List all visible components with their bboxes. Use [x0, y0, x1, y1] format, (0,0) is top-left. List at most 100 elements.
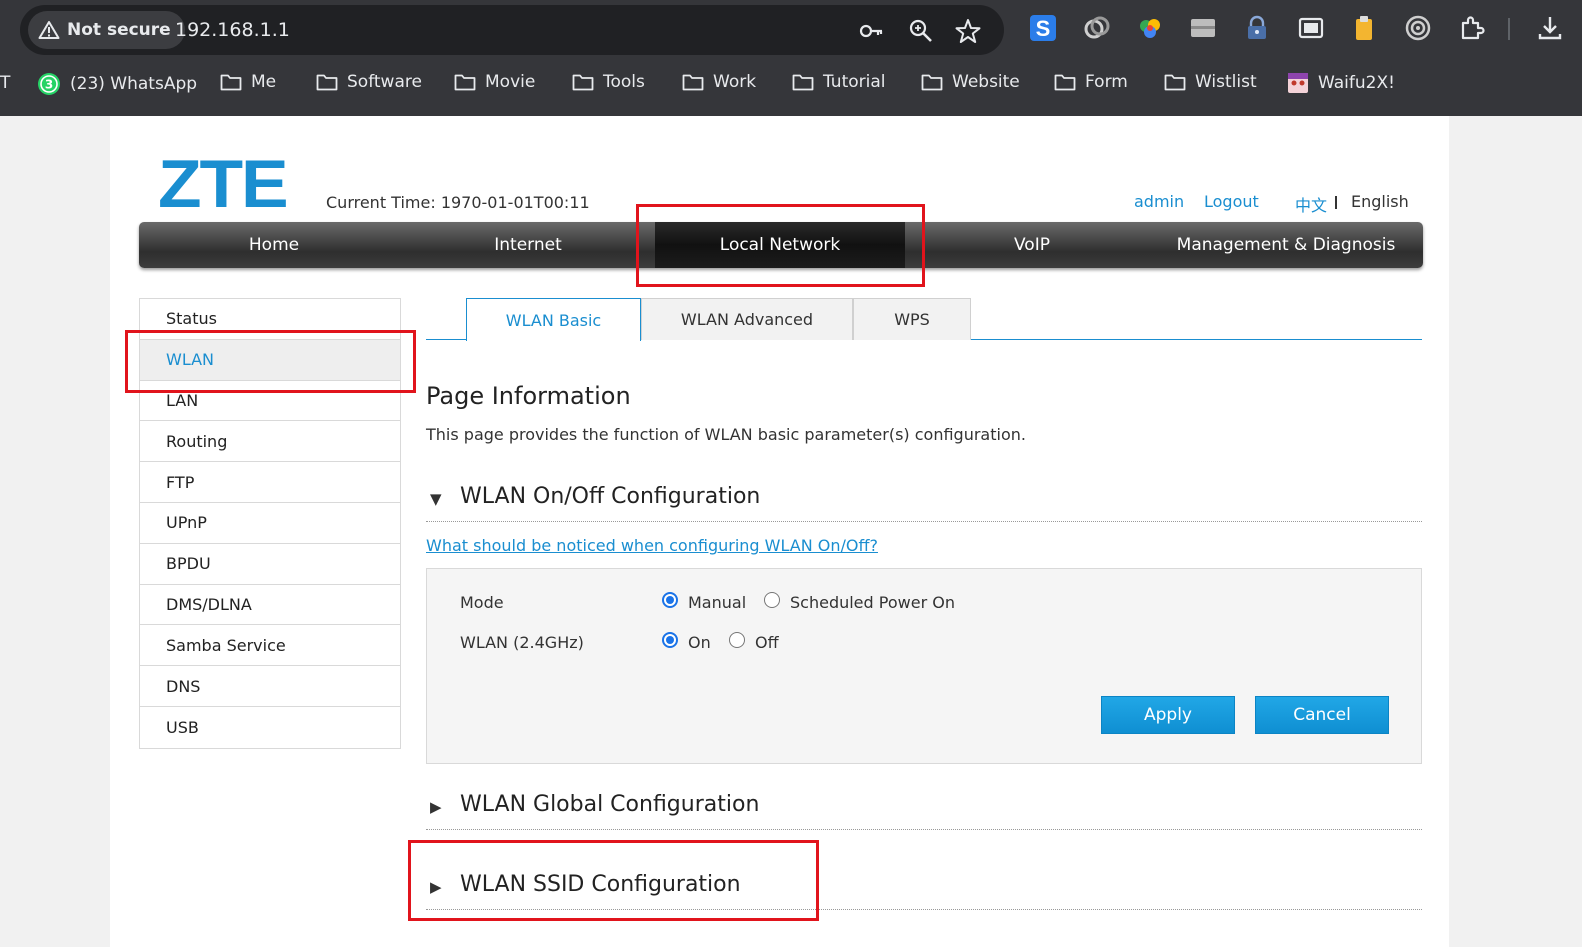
- bookmarks-bar: T 3 (23) WhatsApp Me Software Movie Tool…: [0, 64, 1582, 104]
- bookmark-software[interactable]: Software: [316, 72, 422, 92]
- tab-wlan-basic[interactable]: WLAN Basic: [466, 298, 641, 341]
- section-wlan-onoff[interactable]: ▼ WLAN On/Off Configuration: [426, 476, 1422, 522]
- tab-wps[interactable]: WPS: [853, 298, 971, 340]
- sidebar-item-dns[interactable]: DNS: [140, 666, 400, 707]
- toolbar-divider: [1508, 18, 1510, 40]
- url-text[interactable]: 192.168.1.1: [175, 19, 290, 41]
- key-icon[interactable]: [858, 18, 884, 44]
- lock-extension-icon[interactable]: [1243, 14, 1271, 42]
- mode-manual-radio[interactable]: [662, 592, 678, 608]
- security-indicator[interactable]: Not secure: [28, 11, 185, 49]
- notice-help-link[interactable]: What should be noticed when configuring …: [426, 536, 878, 555]
- nav-internet[interactable]: Internet: [409, 222, 639, 268]
- main-nav: Home Internet Local Network VoIP Managem…: [139, 222, 1423, 268]
- bookmark-label: Software: [347, 72, 422, 92]
- download-icon[interactable]: [1536, 14, 1564, 42]
- admin-link[interactable]: admin: [1134, 192, 1184, 211]
- sidebar-item-ftp[interactable]: FTP: [140, 462, 400, 503]
- folder-icon: [921, 74, 943, 91]
- sidebar-item-dms-dlna[interactable]: DMS/DLNA: [140, 585, 400, 626]
- sidebar-item-upnp[interactable]: UPnP: [140, 503, 400, 544]
- address-bar[interactable]: Not secure 192.168.1.1: [20, 5, 1004, 55]
- warning-icon: [38, 21, 60, 39]
- bookmark-me[interactable]: Me: [220, 72, 276, 92]
- link-extension-icon[interactable]: [1083, 14, 1111, 42]
- bookmark-truncated[interactable]: T: [0, 73, 10, 93]
- mode-manual-label[interactable]: Manual: [688, 593, 746, 612]
- wlan-off-radio[interactable]: [729, 632, 745, 648]
- bookmark-website[interactable]: Website: [921, 72, 1020, 92]
- lang-chinese-link[interactable]: 中文: [1295, 192, 1327, 216]
- zte-logo: ZTE: [158, 146, 289, 222]
- nav-voip[interactable]: VoIP: [905, 222, 1159, 268]
- nav-home[interactable]: Home: [139, 222, 409, 268]
- folder-icon: [792, 74, 814, 91]
- collapse-arrow-icon: ▼: [430, 490, 442, 508]
- wlan-on-label[interactable]: On: [688, 633, 711, 652]
- apply-button[interactable]: Apply: [1101, 696, 1235, 734]
- extensions-puzzle-icon[interactable]: [1458, 14, 1486, 42]
- bookmark-movie[interactable]: Movie: [454, 72, 535, 92]
- expand-arrow-icon: ▶: [430, 878, 442, 896]
- star-icon[interactable]: [955, 18, 981, 44]
- waifu-icon: [1288, 73, 1308, 93]
- sidebar-item-status[interactable]: Status: [140, 299, 400, 340]
- sidebar-item-samba[interactable]: Samba Service: [140, 625, 400, 667]
- sidebar-item-usb[interactable]: USB: [140, 707, 400, 748]
- folder-icon: [682, 74, 704, 91]
- svg-text:S: S: [1036, 16, 1051, 41]
- whatsapp-icon: 3: [38, 73, 60, 95]
- zoom-icon[interactable]: [908, 18, 934, 44]
- nav-management-diagnosis[interactable]: Management & Diagnosis: [1159, 222, 1413, 268]
- tab-wlan-advanced[interactable]: WLAN Advanced: [641, 298, 853, 340]
- bookmark-tools[interactable]: Tools: [572, 72, 645, 92]
- folder-icon: [454, 74, 476, 91]
- bookmark-work[interactable]: Work: [682, 72, 756, 92]
- sidebar: Status WLAN LAN Routing FTP UPnP BPDU DM…: [139, 298, 401, 749]
- mode-scheduled-label[interactable]: Scheduled Power On: [790, 593, 955, 612]
- folder-icon: [316, 74, 338, 91]
- folder-icon: [220, 74, 242, 91]
- cancel-button[interactable]: Cancel: [1255, 696, 1389, 734]
- bookmark-label: Movie: [485, 72, 536, 92]
- page-info-description: This page provides the function of WLAN …: [426, 425, 1026, 444]
- sidebar-item-routing[interactable]: Routing: [140, 421, 400, 463]
- bookmark-whatsapp[interactable]: 3 (23) WhatsApp: [37, 72, 197, 96]
- sidebar-item-lan[interactable]: LAN: [140, 381, 400, 422]
- folder-icon: [1054, 74, 1076, 91]
- s-extension-icon[interactable]: S: [1029, 14, 1057, 42]
- folder-icon: [1164, 74, 1186, 91]
- colorful-extension-icon[interactable]: [1136, 14, 1164, 42]
- bookmark-label: Wistlist: [1195, 72, 1257, 92]
- sidebar-item-bpdu[interactable]: BPDU: [140, 544, 400, 585]
- clipboard-icon[interactable]: [1350, 14, 1378, 42]
- bookmark-label: Me: [251, 72, 277, 92]
- bookmark-form[interactable]: Form: [1054, 72, 1128, 92]
- router-page: ZTE Current Time: 1970-01-01T00:11 admin…: [110, 116, 1449, 947]
- section-wlan-ssid[interactable]: ▶ WLAN SSID Configuration: [426, 864, 1422, 910]
- bookmark-wistlist[interactable]: Wistlist: [1164, 72, 1257, 92]
- tab-manager-icon[interactable]: [1189, 14, 1217, 42]
- wlan-off-label[interactable]: Off: [755, 633, 779, 652]
- current-time: Current Time: 1970-01-01T00:11: [326, 193, 590, 212]
- logout-link[interactable]: Logout: [1204, 192, 1259, 211]
- mode-label: Mode: [460, 593, 504, 612]
- picture-in-picture-icon[interactable]: [1297, 14, 1325, 42]
- section-wlan-global[interactable]: ▶ WLAN Global Configuration: [426, 784, 1422, 830]
- bookmark-label: Website: [952, 72, 1020, 92]
- wlan-on-radio[interactable]: [662, 632, 678, 648]
- sidebar-item-wlan[interactable]: WLAN: [140, 339, 400, 381]
- wlan-onoff-form: Mode Manual Scheduled Power On WLAN (2.4…: [426, 568, 1422, 764]
- spiral-extension-icon[interactable]: [1404, 14, 1432, 42]
- mode-scheduled-radio[interactable]: [764, 592, 780, 608]
- folder-icon: [572, 74, 594, 91]
- bookmark-label: Waifu2X!: [1318, 73, 1395, 93]
- bookmark-waifu2x[interactable]: Waifu2X!: [1287, 72, 1395, 94]
- security-label: Not secure: [67, 20, 171, 40]
- browser-chrome: Not secure 192.168.1.1 S T 3 (23) WhatsA…: [0, 0, 1582, 116]
- bookmark-tutorial[interactable]: Tutorial: [792, 72, 886, 92]
- lang-english-link[interactable]: English: [1351, 192, 1409, 211]
- bookmark-label: (23) WhatsApp: [70, 74, 198, 94]
- section-title: WLAN Global Configuration: [460, 792, 760, 817]
- nav-local-network[interactable]: Local Network: [655, 222, 905, 268]
